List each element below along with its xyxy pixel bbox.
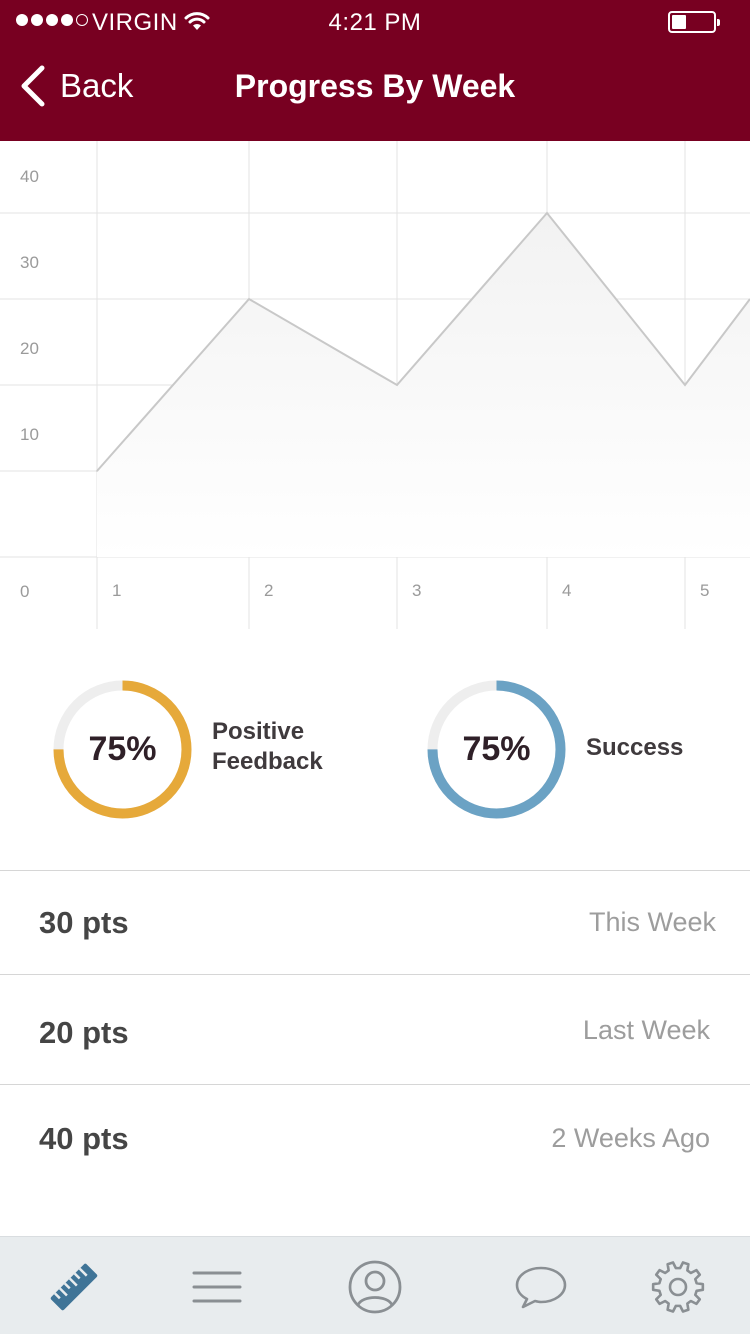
ring-value: 75% (462, 730, 531, 768)
status-time: 4:21 PM (328, 9, 422, 36)
gear-hub (668, 1277, 688, 1297)
y-tick-label: 30 (20, 253, 39, 272)
stat-label: Success (586, 733, 683, 763)
x-tick-label: 5 (700, 581, 709, 600)
points-row-last-week[interactable]: 20 pts Last Week (0, 974, 750, 1084)
ruler-icon (50, 1263, 98, 1311)
series-area (97, 213, 750, 557)
y-tick-label: 20 (20, 339, 39, 358)
tab-bar (0, 1236, 750, 1334)
tab-menu[interactable] (187, 1259, 247, 1315)
data-point (396, 384, 398, 386)
tab-progress[interactable] (44, 1259, 104, 1315)
y-tick-label: 40 (20, 167, 39, 186)
x-tick-label: 2 (264, 581, 273, 600)
data-point (96, 470, 98, 472)
data-point (248, 298, 250, 300)
status-bar: VIRGIN 4:21 PM (0, 0, 750, 44)
chat-bubble-icon (515, 1266, 567, 1309)
x-tick-label: 4 (562, 581, 571, 600)
y-tick-label: 0 (20, 582, 29, 601)
stat-label-line: Success (586, 734, 684, 761)
ring-value: 75% (88, 730, 157, 768)
points-row-this-week[interactable]: 30 pts This Week (0, 870, 750, 974)
gear-icon (651, 1261, 705, 1313)
y-tick-label: 10 (20, 425, 39, 444)
menu-icon (192, 1271, 242, 1303)
tab-messages[interactable] (511, 1259, 571, 1315)
tab-settings[interactable] (648, 1259, 708, 1315)
points-period: This Week (588, 907, 716, 937)
navigation-bar: VIRGIN 4:21 PM Back Progress By Week (0, 0, 750, 141)
battery-icon (668, 11, 720, 33)
progress-chart: 0102030405012345 (0, 141, 750, 629)
gear-outline (651, 1261, 705, 1313)
points-period: Last Week (582, 1015, 710, 1045)
points-value: 30 pts (39, 905, 129, 940)
profile-icon (348, 1260, 402, 1314)
x-tick-label: 1 (112, 581, 121, 600)
x-tick-label: 3 (412, 581, 421, 600)
data-point (684, 384, 686, 386)
stat-label-line: Positive (212, 718, 305, 745)
points-value: 20 pts (39, 1015, 129, 1050)
tab-profile[interactable] (345, 1259, 405, 1315)
stats-section: 75% Positive Feedback 75% Success (0, 629, 750, 870)
stat-label: Positive Feedback (212, 717, 323, 777)
page-title: Progress By Week (234, 68, 516, 104)
points-value: 40 pts (39, 1121, 129, 1156)
points-period: 2 Weeks Ago (551, 1123, 710, 1153)
data-point (546, 212, 548, 214)
points-row-2-weeks-ago[interactable]: 40 pts 2 Weeks Ago (0, 1084, 750, 1236)
battery-level (672, 15, 686, 29)
battery-terminal (717, 19, 720, 26)
stat-label-line: Feedback (212, 748, 323, 775)
